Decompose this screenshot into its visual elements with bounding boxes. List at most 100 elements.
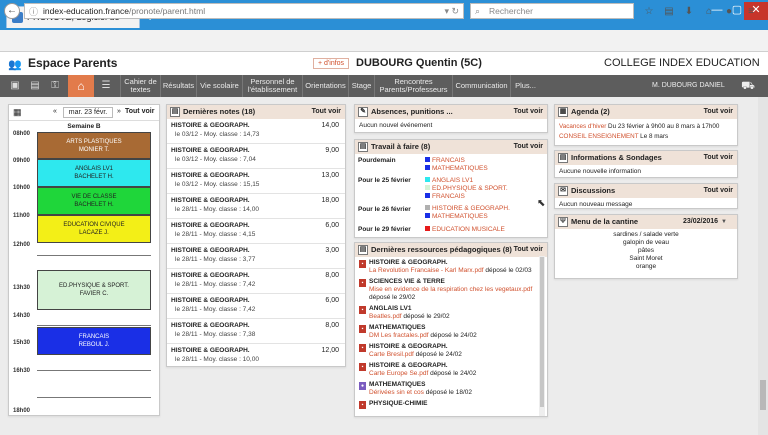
note-subject: HISTOIRE & GEOGRAPH.	[171, 197, 250, 204]
url-bar[interactable]: ⓘ index-education.france/pronote/parent.…	[24, 3, 464, 19]
note-row[interactable]: HISTOIRE & GEOGRAPH. le 28/11 - Moy. clas…	[167, 194, 345, 219]
page-scroll-thumb[interactable]	[760, 380, 766, 410]
cart-icon[interactable]: ⛟	[738, 75, 758, 97]
timetable-slot[interactable]: ARTS PLASTIQUES MONIER T.	[37, 132, 151, 159]
homework-item[interactable]: MATHEMATIQUES	[425, 213, 488, 221]
menu-resultats[interactable]: Résultats	[160, 75, 196, 97]
resource-file[interactable]: DM Les fractales.pdf	[369, 332, 429, 339]
resource-item[interactable]: ▪ PHYSIQUE-CHIMIE	[355, 399, 537, 410]
timetable-tout-voir[interactable]: Tout voir	[125, 108, 154, 115]
timetable-slot[interactable]: ED.PHYSIQUE & SPORT. FAVIER C.	[37, 270, 151, 310]
agenda-item[interactable]: Vacances d'hiver Du 23 février à 9h00 au…	[559, 122, 733, 132]
star-icon[interactable]: ☆	[642, 5, 656, 18]
pdf-icon[interactable]: ▤	[26, 75, 44, 97]
user-name[interactable]: M. DUBOURG DANIEL	[652, 75, 725, 97]
resource-item[interactable]: ▪ HISTOIRE & GEOGRAPH. La Revolution Franc…	[355, 258, 537, 277]
resource-item[interactable]: ● MATHEMATIQUES Dérivées sin et cos déposé…	[355, 380, 537, 399]
note-row[interactable]: HISTOIRE & GEOGRAPH. le 28/11 - Moy. clas…	[167, 319, 345, 344]
resource-item[interactable]: ▪ HISTOIRE & GEOGRAPH. Carte Europe Se.pdf…	[355, 361, 537, 380]
note-row[interactable]: HISTOIRE & GEOGRAPH. le 03/12 - Moy. clas…	[167, 119, 345, 144]
info-surveys-tout-voir[interactable]: Tout voir	[704, 151, 733, 165]
note-row[interactable]: HISTOIRE & GEOGRAPH. le 28/11 - Moy. clas…	[167, 344, 345, 369]
home-button[interactable]: ⌂	[68, 75, 94, 97]
homework-item[interactable]: ANGLAIS LV1	[425, 177, 473, 185]
menu-stage[interactable]: Stage	[348, 75, 374, 97]
timetable-slot[interactable]: ANGLAIS LV1 BACHELET H.	[37, 159, 151, 187]
dropdown-arrow-icon[interactable]: ▼	[721, 215, 727, 229]
agenda-tout-voir[interactable]: Tout voir	[704, 105, 733, 119]
homework-item[interactable]: FRANCAIS	[425, 157, 465, 165]
back-arrow-icon[interactable]: ←	[4, 3, 20, 19]
key-icon[interactable]: ⚿	[46, 75, 64, 97]
clipboard-icon[interactable]: ▤	[662, 5, 676, 18]
download-icon[interactable]: ⬇	[682, 5, 696, 18]
resource-file[interactable]: Carte Bresil.pdf	[369, 351, 414, 358]
reload-icon[interactable]: ▾ ↻	[444, 4, 459, 18]
next-day-icon[interactable]: »	[117, 108, 121, 115]
homework-item[interactable]: HISTOIRE & GEOGRAPH.	[425, 205, 510, 213]
resource-file[interactable]: Mise en evidence de la respiration chez …	[369, 286, 532, 293]
print-icon[interactable]: ▣	[6, 75, 24, 97]
resource-date: déposé le 29/02	[403, 313, 450, 320]
discussions-tout-voir[interactable]: Tout voir	[704, 184, 733, 198]
agenda-item[interactable]: CONSEIL ENSEIGNEMENT Le 8 mars	[559, 132, 733, 142]
menu-plus[interactable]: Plus...	[510, 75, 540, 97]
prev-day-icon[interactable]: «	[53, 108, 57, 115]
resource-file[interactable]: Carte Europe Se.pdf	[369, 370, 428, 377]
homework-item[interactable]: MATHEMATIQUES	[425, 165, 488, 173]
more-info-link[interactable]: + d'infos	[313, 58, 350, 69]
canteen-date[interactable]: 23/02/2016	[683, 215, 718, 229]
menu-rencontres[interactable]: Rencontres Parents/Professeurs	[374, 75, 452, 97]
resources-tout-voir[interactable]: Tout voir	[514, 243, 543, 257]
timetable-slot[interactable]: VIE DE CLASSE BACHELET H.	[37, 187, 151, 215]
resources-scroll-thumb[interactable]	[540, 257, 544, 407]
menu-cahier-textes[interactable]: Cahier de textes	[120, 75, 160, 97]
menu-icon[interactable]: ≡	[744, 5, 758, 18]
homework-tout-voir[interactable]: Tout voir	[514, 140, 543, 154]
canteen-title: Menu de la cantine	[571, 217, 639, 226]
homework-item[interactable]: FRANCAIS	[425, 193, 465, 201]
note-row[interactable]: HISTOIRE & GEOGRAPH. le 28/11 - Moy. clas…	[167, 269, 345, 294]
home-icon[interactable]: ⌂	[702, 5, 716, 18]
homework-item[interactable]: EDUCATION MUSICALE	[425, 226, 505, 234]
discussions-panel: ✉ Discussions Tout voir Aucun nouveau me…	[554, 183, 738, 209]
menu-vie-scolaire[interactable]: Vie scolaire	[196, 75, 242, 97]
menu-orientations[interactable]: Orientations	[302, 75, 348, 97]
note-row[interactable]: HISTOIRE & GEOGRAPH. le 03/12 - Moy. clas…	[167, 144, 345, 169]
slot-teacher: MONIER T.	[78, 146, 110, 153]
resource-file[interactable]: Dérivées sin et cos	[369, 389, 424, 396]
grades-icon: ▤	[170, 107, 180, 117]
timetable-slot[interactable]: FRANCAIS REBOUL J.	[37, 327, 151, 355]
note-row[interactable]: HISTOIRE & GEOGRAPH. le 03/12 - Moy. clas…	[167, 169, 345, 194]
resource-date: déposé le 18/02	[425, 389, 472, 396]
search-input[interactable]: ⌕ Rechercher	[470, 3, 634, 19]
note-detail: le 28/11 - Moy. classe : 7,42	[175, 281, 256, 288]
resource-file[interactable]: La Revolution Francaise - Karl Marx.pdf	[369, 267, 484, 274]
notes-tout-voir[interactable]: Tout voir	[312, 105, 341, 119]
resource-item[interactable]: ▪ MATHEMATIQUES DM Les fractales.pdf dépos…	[355, 323, 537, 342]
resource-item[interactable]: ▪ ANGLAIS LV1 Beatles.pdf déposé le 29/02	[355, 304, 537, 323]
chat-icon[interactable]: ●	[722, 5, 736, 18]
homework-item[interactable]: ED.PHYSIQUE & SPORT.	[425, 185, 508, 193]
hour-label: 15h30	[13, 340, 31, 346]
homework-subject: ED.PHYSIQUE & SPORT.	[432, 185, 508, 192]
empty-slot-line	[37, 325, 151, 326]
empty-slot-line	[37, 370, 151, 371]
discussions-header: ✉ Discussions Tout voir	[555, 184, 737, 198]
resource-item[interactable]: ▪ HISTOIRE & GEOGRAPH. Carte Bresil.pdf dé…	[355, 342, 537, 361]
note-row[interactable]: HISTOIRE & GEOGRAPH. le 28/11 - Moy. clas…	[167, 294, 345, 319]
menu-communication[interactable]: Communication	[452, 75, 510, 97]
browser-navbar	[0, 30, 768, 52]
timetable-slot[interactable]: EDUCATION CIVIQUE LACAZE J.	[37, 215, 151, 243]
absences-tout-voir[interactable]: Tout voir	[514, 105, 543, 119]
date-selector[interactable]: mar. 23 févr.	[63, 107, 113, 118]
agenda-text: Du 23 février à 9h00 au 8 mars à 17h00	[606, 123, 720, 130]
menu-personnel[interactable]: Personnel de l'établissement	[242, 75, 302, 97]
resource-file[interactable]: Beatles.pdf	[369, 313, 402, 320]
note-row[interactable]: HISTOIRE & GEOGRAPH. le 28/11 - Moy. clas…	[167, 219, 345, 244]
hour-label: 08h00	[13, 131, 31, 137]
agenda-label: CONSEIL ENSEIGNEMENT	[559, 133, 639, 140]
resource-item[interactable]: ▪ SCIENCES VIE & TERRE Mise en evidence de…	[355, 277, 537, 304]
note-row[interactable]: HISTOIRE & GEOGRAPH. le 28/11 - Moy. clas…	[167, 244, 345, 269]
layers-icon[interactable]: ☰	[97, 75, 115, 97]
